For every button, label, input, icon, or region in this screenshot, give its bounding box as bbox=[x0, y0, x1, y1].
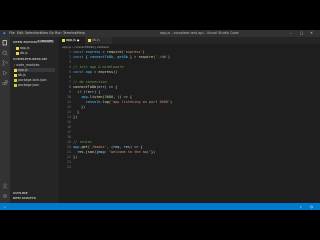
line-number: 6 bbox=[69, 75, 71, 79]
line-number: 3 bbox=[69, 60, 71, 64]
tree-item-app-js[interactable]: app.js bbox=[14, 68, 55, 72]
tab-db-js[interactable]: db.js bbox=[85, 37, 112, 44]
unsaved-dot-icon[interactable]: ● bbox=[77, 39, 79, 42]
js-file-icon bbox=[14, 73, 17, 77]
line-number: 21 bbox=[67, 150, 71, 154]
js-file-icon bbox=[16, 51, 19, 55]
files-icon[interactable] bbox=[2, 40, 8, 46]
vscode-window: ◆ File Edit Selection View Go Run Termin… bbox=[0, 30, 320, 210]
line-number: 23 bbox=[67, 160, 71, 164]
source-control-icon[interactable] bbox=[2, 60, 8, 66]
status-bar: ⌁ ♪ ☺ bbox=[0, 203, 320, 210]
line-number: 19 bbox=[67, 140, 71, 144]
code-line[interactable]: app.get('/books', (req, res) => { bbox=[73, 145, 143, 149]
project-folder-header[interactable]: COMPLETE-REST-API bbox=[13, 57, 47, 61]
line-number: 12 bbox=[67, 105, 71, 109]
unsaved-badge: 1 UNSAVED bbox=[37, 40, 55, 43]
minimize-icon[interactable]: – bbox=[290, 31, 292, 35]
editor-tabs: app.js ● db.js bbox=[59, 37, 320, 44]
open-editor-db-js[interactable]: db.js bbox=[16, 51, 28, 55]
line-number: 16 bbox=[67, 125, 71, 129]
js-file-icon bbox=[14, 68, 17, 72]
feedback-icon[interactable]: ☺ bbox=[310, 205, 313, 209]
menu-file[interactable]: File bbox=[9, 31, 15, 35]
menu-view[interactable]: View bbox=[40, 31, 48, 35]
remote-icon[interactable]: ⌁ bbox=[4, 205, 6, 209]
line-number: 14 bbox=[67, 115, 71, 119]
activity-bar bbox=[0, 37, 10, 203]
code-line[interactable]: }) bbox=[73, 115, 77, 119]
tree-item-node-modules[interactable]: › node_modules bbox=[14, 63, 39, 67]
line-number: 1 bbox=[69, 50, 71, 54]
line-number: 4 bbox=[69, 65, 71, 69]
editor-area: app.js ● db.js app.js › connectToDb() ca… bbox=[59, 37, 320, 203]
line-number: 2 bbox=[69, 55, 71, 59]
window-title: app.js - complete-rest-api - Visual Stud… bbox=[160, 31, 239, 35]
vscode-logo-icon: ◆ bbox=[3, 31, 6, 35]
code-line[interactable]: connectToDb(err) => { bbox=[73, 85, 117, 89]
video-letterbox-bottom bbox=[0, 210, 320, 240]
line-number: 9 bbox=[69, 90, 71, 94]
code-comment[interactable]: // init app & middleware bbox=[73, 65, 124, 69]
tab-app-js[interactable]: app.js ● bbox=[59, 37, 88, 44]
code-line[interactable]: const app = express() bbox=[73, 70, 117, 74]
menu-go[interactable]: Go bbox=[49, 31, 54, 35]
line-number: 17 bbox=[67, 130, 71, 134]
line-number: 15 bbox=[67, 120, 71, 124]
code-comment[interactable]: // db connection bbox=[73, 80, 107, 84]
menu-selection[interactable]: Selection bbox=[25, 31, 41, 35]
code-line[interactable]: console.log('app listening on port 3000'… bbox=[73, 100, 172, 104]
code-line[interactable]: }) bbox=[81, 105, 85, 109]
npm-scripts-header[interactable]: NPM SCRIPTS bbox=[13, 196, 36, 200]
code-line[interactable]: } bbox=[77, 110, 79, 114]
breadcrumb-symbol[interactable]: connectToDb() callback bbox=[74, 45, 109, 49]
maximize-icon[interactable]: □ bbox=[300, 31, 303, 35]
open-editor-app-js[interactable]: app.js bbox=[16, 46, 30, 50]
breadcrumb: app.js › connectToDb() callback bbox=[62, 45, 110, 49]
line-number: 24 bbox=[67, 165, 71, 169]
js-file-icon bbox=[62, 38, 65, 42]
tree-item-package-lock[interactable]: package-lock.json bbox=[14, 78, 47, 82]
line-number: 18 bbox=[67, 135, 71, 139]
code-line[interactable]: app.listen(3000, () => { bbox=[73, 95, 132, 99]
tree-item-package-json[interactable]: package.json bbox=[14, 83, 39, 87]
code-line[interactable]: const { connectToDb, getDb } = require('… bbox=[73, 55, 170, 59]
line-number: 13 bbox=[67, 110, 71, 114]
js-file-icon bbox=[88, 38, 91, 42]
code-line[interactable]: res.json({msg: "welcome to the api"}) bbox=[73, 150, 155, 154]
menu-run[interactable]: Run bbox=[55, 31, 62, 35]
line-number: 8 bbox=[69, 85, 71, 89]
outline-header[interactable]: OUTLINE bbox=[13, 191, 28, 195]
gear-icon[interactable] bbox=[2, 193, 8, 199]
extensions-icon[interactable] bbox=[2, 80, 8, 86]
line-number: 7 bbox=[69, 80, 71, 84]
code-comment[interactable]: // routes bbox=[73, 140, 92, 144]
line-number: 11 bbox=[67, 100, 71, 104]
title-bar: ◆ File Edit Selection View Go Run Termin… bbox=[0, 30, 320, 37]
breadcrumb-file[interactable]: app.js bbox=[62, 45, 71, 49]
js-file-icon bbox=[16, 46, 19, 50]
tree-item-db-js[interactable]: db.js bbox=[14, 73, 26, 77]
bell-icon[interactable]: ♪ bbox=[300, 205, 302, 209]
code-line[interactable]: const express = require('express') bbox=[73, 50, 145, 54]
close-icon[interactable]: ✕ bbox=[310, 31, 313, 35]
video-letterbox-top bbox=[0, 0, 320, 30]
line-number: 10 bbox=[67, 95, 71, 99]
run-debug-icon[interactable] bbox=[2, 70, 8, 76]
search-icon[interactable] bbox=[2, 50, 8, 56]
accounts-icon[interactable] bbox=[2, 183, 8, 189]
json-file-icon bbox=[14, 83, 17, 87]
open-editors-header[interactable]: OPEN EDITORS bbox=[13, 40, 38, 44]
line-number: 20 bbox=[67, 145, 71, 149]
code-line[interactable]: }) bbox=[73, 155, 77, 159]
menu-help[interactable]: Help bbox=[77, 31, 85, 35]
menu-edit[interactable]: Edit bbox=[17, 31, 24, 35]
explorer-sidebar: OPEN EDITORS 1 UNSAVED app.js db.js COMP… bbox=[10, 37, 59, 203]
line-number: 5 bbox=[69, 70, 71, 74]
menu-terminal[interactable]: Terminal bbox=[63, 31, 77, 35]
line-number: 22 bbox=[67, 155, 71, 159]
json-file-icon bbox=[14, 78, 17, 82]
code-line[interactable]: if (!err) { bbox=[73, 90, 100, 94]
